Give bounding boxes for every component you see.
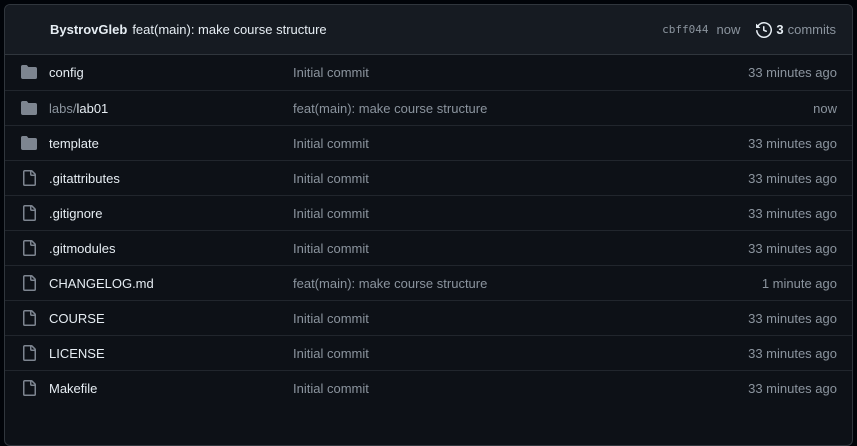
commit-message-link[interactable]: Initial commit [293, 311, 369, 326]
file-icon [21, 380, 37, 396]
file-row: CHANGELOG.md feat(main): make course stru… [5, 265, 852, 300]
commit-age: 33 minutes ago [748, 240, 837, 256]
file-row: LICENSE Initial commit 33 minutes ago [5, 335, 852, 370]
file-name-link[interactable]: .gitmodules [49, 241, 115, 256]
file-name-link[interactable]: config [49, 65, 84, 80]
commit-age: 33 minutes ago [748, 310, 837, 326]
file-name-link[interactable]: Makefile [49, 381, 97, 396]
commit-message-link[interactable]: Initial commit [293, 206, 369, 221]
commit-age: 1 minute ago [761, 275, 837, 291]
file-name-link[interactable]: .gitattributes [49, 171, 120, 186]
folder-icon [21, 100, 37, 116]
file-icon [21, 170, 37, 186]
folder-icon [21, 64, 37, 80]
folder-icon [21, 135, 37, 151]
commit-sha-link[interactable]: cbff044 [662, 23, 708, 36]
commit-age: 33 minutes ago [748, 170, 837, 186]
file-name-link[interactable]: LICENSE [49, 346, 105, 361]
file-list: config Initial commit 33 minutes ago labs/l… [5, 55, 852, 405]
file-row: .gitattributes Initial commit 33 minutes a… [5, 160, 852, 195]
file-name-text: .gitattributes [49, 170, 120, 186]
file-row: .gitmodules Initial commit 33 minutes ago [5, 230, 852, 265]
commit-message-link[interactable]: Initial commit [293, 346, 369, 361]
commit-time: now [716, 22, 741, 37]
file-row: template Initial commit 33 minutes ago [5, 125, 852, 160]
file-name-text: LICENSE [49, 345, 105, 361]
commit-message-link[interactable]: feat(main): make course structure [293, 101, 487, 116]
commit-age: now [813, 100, 837, 116]
file-row: .gitignore Initial commit 33 minutes ago [5, 195, 852, 230]
commit-count: 3 [776, 22, 784, 37]
commit-author-link[interactable]: BystrovGleb [50, 22, 127, 37]
file-icon [21, 310, 37, 326]
file-name-text: lab01 [76, 100, 109, 116]
commit-age: 33 minutes ago [748, 345, 837, 361]
commit-age: 33 minutes ago [748, 135, 837, 151]
file-name-text: template [49, 135, 99, 151]
commit-age: 33 minutes ago [748, 380, 837, 396]
file-name-text: Makefile [49, 380, 98, 396]
file-icon [21, 345, 37, 361]
commits-history-link[interactable]: 3 commits [756, 21, 836, 38]
commit-message-link[interactable]: Initial commit [293, 171, 369, 186]
file-path-prefix: labs/ [49, 100, 77, 116]
file-name-text: .gitmodules [49, 240, 116, 256]
commit-message-link[interactable]: Initial commit [293, 241, 369, 256]
file-name-link[interactable]: CHANGELOG.md [49, 276, 154, 291]
commit-message-link[interactable]: Initial commit [293, 65, 369, 80]
commits-label: commits [787, 22, 836, 37]
file-icon [21, 240, 37, 256]
file-row: config Initial commit 33 minutes ago [5, 55, 852, 90]
file-row: labs/lab01 feat(main): make course struct… [5, 90, 852, 125]
file-name-text: config [49, 65, 84, 80]
file-name-text: CHANGELOG.md [49, 275, 154, 291]
file-name-text: COURSE [49, 310, 105, 326]
commit-message-link[interactable]: feat(main): make course structure [293, 276, 487, 291]
commit-age: 33 minutes ago [748, 65, 837, 80]
file-name-link[interactable]: .gitignore [49, 206, 102, 221]
file-browser: BystrovGleb feat(main): make course stru… [4, 4, 853, 446]
file-icon [21, 275, 37, 291]
commit-message-link[interactable]: Initial commit [293, 381, 369, 396]
commit-age: 33 minutes ago [748, 205, 837, 221]
commit-message-link[interactable]: Initial commit [293, 136, 369, 151]
commit-message-link[interactable]: feat(main): make course structure [132, 22, 326, 37]
file-icon [21, 205, 37, 221]
file-name-text: .gitignore [49, 205, 103, 221]
file-name-link[interactable]: template [49, 136, 99, 151]
file-name-link[interactable]: labs/lab01 [49, 101, 108, 116]
history-icon [756, 21, 773, 38]
latest-commit-bar: BystrovGleb feat(main): make course stru… [5, 5, 852, 55]
file-row: Makefile Initial commit 33 minutes ago [5, 370, 852, 405]
file-name-link[interactable]: COURSE [49, 311, 105, 326]
file-row: COURSE Initial commit 33 minutes ago [5, 300, 852, 335]
